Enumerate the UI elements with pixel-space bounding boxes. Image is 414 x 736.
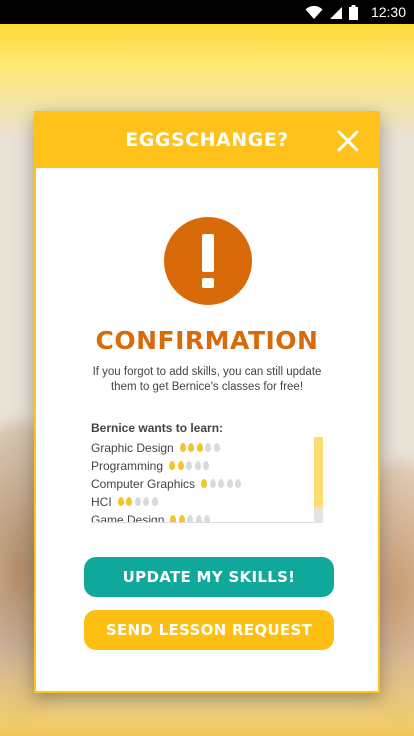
skill-name: Computer Graphics xyxy=(91,477,196,491)
skills-divider xyxy=(91,522,321,523)
egg-filled-icon xyxy=(201,479,208,488)
skills-title: Bernice wants to learn: xyxy=(91,421,224,435)
skill-name: Programming xyxy=(91,459,164,473)
dialog-header: EGGSCHANGE? xyxy=(36,113,378,168)
status-time: 12:30 xyxy=(370,4,406,20)
egg-empty-icon xyxy=(203,461,210,470)
wifi-icon xyxy=(305,5,323,19)
skill-row: Programming xyxy=(91,457,321,475)
dialog-title: EGGSCHANGE? xyxy=(125,129,289,151)
egg-filled-icon xyxy=(169,461,176,470)
confirmation-heading: CONFIRMATION xyxy=(95,326,319,355)
egg-rating xyxy=(179,441,223,455)
skills-list[interactable]: Bernice wants to learn: Graphic Design Pr… xyxy=(91,421,321,523)
egg-empty-icon xyxy=(205,443,212,452)
confirmation-message: If you forgot to add skills, you can sti… xyxy=(92,366,322,393)
skill-rows: Graphic Design Programming Computer Graphi… xyxy=(91,439,321,523)
skill-name: Graphic Design xyxy=(91,441,174,455)
egg-empty-icon xyxy=(213,443,220,452)
eggschange-dialog: EGGSCHANGE? CONFIRMATION If you forgot t… xyxy=(34,111,380,693)
exclamation-dot xyxy=(202,278,214,288)
egg-empty-icon xyxy=(151,497,158,506)
egg-filled-icon xyxy=(177,461,184,470)
egg-empty-icon xyxy=(134,497,141,506)
skill-row: Graphic Design xyxy=(91,439,321,457)
skills-scrollbar-thumb[interactable] xyxy=(314,437,323,507)
battery-icon xyxy=(349,5,358,20)
signal-icon xyxy=(330,6,342,19)
update-skills-button[interactable]: UPDATE MY SKILLS! xyxy=(84,557,334,597)
egg-rating xyxy=(117,495,161,509)
status-bar: 12:30 xyxy=(0,0,414,24)
egg-filled-icon xyxy=(196,443,203,452)
send-lesson-request-button[interactable]: SEND LESSON REQUEST xyxy=(84,610,334,650)
egg-empty-icon xyxy=(226,479,233,488)
egg-empty-icon xyxy=(194,461,201,470)
egg-empty-icon xyxy=(209,479,216,488)
skill-row: HCI xyxy=(91,493,321,511)
exclamation-bar xyxy=(202,234,214,272)
skill-row: Computer Graphics xyxy=(91,475,321,493)
egg-empty-icon xyxy=(143,497,150,506)
egg-rating xyxy=(169,459,212,473)
egg-empty-icon xyxy=(186,461,193,470)
egg-empty-icon xyxy=(235,479,242,488)
exclamation-icon xyxy=(164,217,252,305)
egg-rating xyxy=(201,477,244,491)
egg-filled-icon xyxy=(179,443,186,452)
egg-filled-icon xyxy=(188,443,195,452)
egg-filled-icon xyxy=(117,497,124,506)
egg-empty-icon xyxy=(218,479,225,488)
skill-name: HCI xyxy=(91,495,112,509)
status-icons xyxy=(305,5,358,20)
egg-filled-icon xyxy=(126,497,133,506)
close-icon[interactable] xyxy=(336,129,360,153)
